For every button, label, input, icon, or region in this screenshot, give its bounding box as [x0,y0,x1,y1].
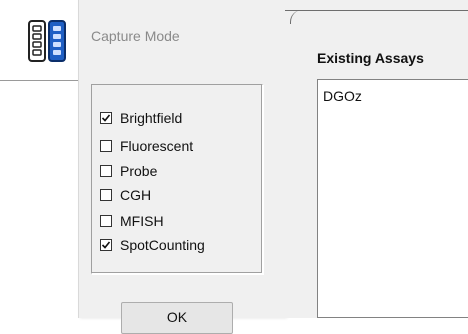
list-item[interactable]: DGOz [323,88,362,104]
ok-button[interactable]: OK [121,302,233,334]
option-cgh[interactable]: CGH [100,186,151,204]
brightfield-checkbox[interactable] [100,112,112,124]
capture-mode-dialog: Capture Mode Brightfield Fluorescent Pro… [78,0,285,334]
panel-top-border [285,10,468,11]
option-label: Fluorescent [120,138,194,154]
option-mfish[interactable]: MFISH [100,212,164,230]
option-brightfield[interactable]: Brightfield [100,109,182,127]
spotcounting-checkbox[interactable] [100,239,112,251]
slide-tray-icon[interactable] [28,20,68,62]
dialog-title: Capture Mode [91,28,180,44]
option-label: CGH [120,187,152,203]
mfish-checkbox[interactable] [100,215,112,227]
probe-checkbox[interactable] [100,165,112,177]
existing-assays-list[interactable]: DGOz [317,79,468,318]
capture-options-group: Brightfield Fluorescent Probe CGH MFISH … [91,84,263,274]
option-label: MFISH [120,213,164,229]
existing-assays-heading: Existing Assays [317,50,424,66]
checkmark-icon [101,241,111,249]
option-spotcounting[interactable]: SpotCounting [100,236,205,254]
option-label: Brightfield [120,110,183,126]
toolbar-divider [0,80,78,81]
fluorescent-checkbox[interactable] [100,140,112,152]
option-label: Probe [120,163,158,179]
cgh-checkbox[interactable] [100,189,112,201]
option-probe[interactable]: Probe [100,162,157,180]
checkmark-icon [101,114,111,122]
app-toolbar-strip [0,0,78,318]
option-label: SpotCounting [120,237,205,253]
option-fluorescent[interactable]: Fluorescent [100,137,193,155]
